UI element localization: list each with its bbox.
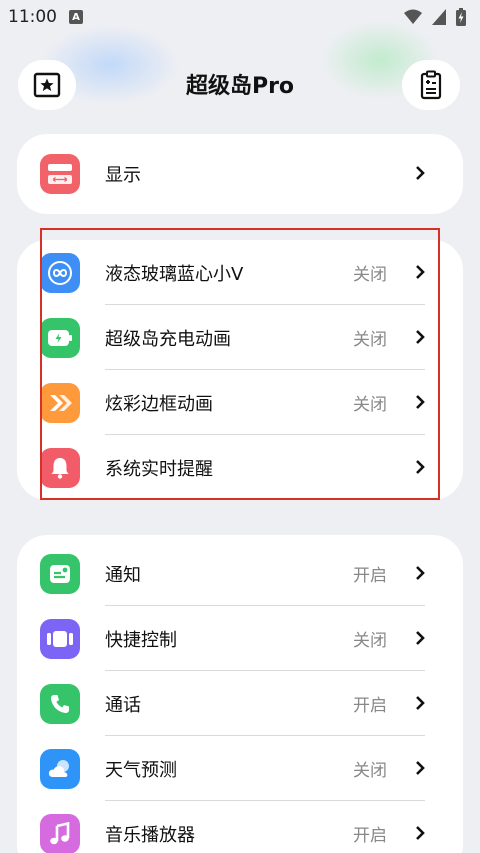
settings-row-weather[interactable]: 天气预测 关闭	[17, 736, 463, 801]
chevron-right-icon	[416, 631, 425, 645]
settings-row-notification[interactable]: 通知 开启	[17, 541, 463, 606]
row-status: 关闭	[353, 631, 387, 651]
chevron-right-icon	[416, 330, 425, 344]
weather-icon	[40, 749, 80, 789]
clipboard-icon	[420, 70, 442, 100]
notification-app-icon: A	[69, 10, 83, 24]
battery-charge-icon	[40, 318, 80, 358]
row-label: 天气预测	[105, 759, 177, 781]
status-time: 11:00	[8, 7, 57, 27]
row-label: 显示	[105, 164, 141, 186]
effects-card: 液态玻璃蓝心小V 关闭 超级岛充电动画 关闭 炫彩边框动画 关闭 系统实时提醒	[17, 240, 463, 500]
settings-row-display[interactable]: 显示	[17, 141, 463, 206]
favorites-button[interactable]	[18, 60, 76, 110]
bell-icon	[40, 448, 80, 488]
row-status: 开启	[353, 826, 387, 846]
page-title: 超级岛Pro	[185, 74, 295, 99]
settings-row-liquid-glass[interactable]: 液态玻璃蓝心小V 关闭	[17, 240, 463, 305]
row-label: 快捷控制	[105, 629, 177, 651]
row-label: 系统实时提醒	[105, 458, 213, 480]
row-label: 炫彩边框动画	[105, 393, 213, 415]
chevrons-icon	[40, 383, 80, 423]
chevron-right-icon	[416, 696, 425, 710]
chevron-right-icon	[416, 460, 425, 474]
shortcut-icon	[40, 619, 80, 659]
row-status: 关闭	[353, 761, 387, 781]
row-label: 通话	[105, 694, 141, 716]
island-features-card: 通知 开启 快捷控制 关闭 通话 开启 天气预测 关闭 音乐播放器 开启	[17, 535, 463, 853]
settings-row-music-player[interactable]: 音乐播放器 开启	[17, 801, 463, 853]
row-status: 关闭	[353, 330, 387, 350]
settings-row-shortcut-control[interactable]: 快捷控制 关闭	[17, 606, 463, 671]
row-status: 开启	[353, 566, 387, 586]
music-icon	[40, 814, 80, 853]
settings-row-system-alerts[interactable]: 系统实时提醒	[17, 435, 463, 500]
chevron-right-icon	[416, 826, 425, 840]
settings-row-charging-animation[interactable]: 超级岛充电动画 关闭	[17, 305, 463, 370]
battery-icon	[456, 8, 466, 26]
chevron-right-icon	[416, 566, 425, 580]
row-label: 音乐播放器	[105, 824, 195, 846]
display-card: 显示	[17, 134, 463, 214]
chevron-right-icon	[416, 761, 425, 775]
star-icon	[33, 72, 61, 98]
phone-icon	[40, 684, 80, 724]
chevron-right-icon	[416, 395, 425, 409]
settings-row-border-animation[interactable]: 炫彩边框动画 关闭	[17, 370, 463, 435]
row-status: 关闭	[353, 265, 387, 285]
settings-row-call[interactable]: 通话 开启	[17, 671, 463, 736]
display-icon	[40, 154, 80, 194]
clipboard-button[interactable]	[402, 60, 460, 110]
row-status: 关闭	[353, 395, 387, 415]
row-label: 液态玻璃蓝心小V	[105, 263, 244, 285]
row-label: 通知	[105, 564, 141, 586]
chevron-right-icon	[416, 166, 425, 180]
chevron-right-icon	[416, 265, 425, 279]
app-header: 超级岛Pro	[0, 56, 480, 112]
infinity-icon	[40, 253, 80, 293]
row-label: 超级岛充电动画	[105, 328, 231, 350]
row-status: 开启	[353, 696, 387, 716]
notification-icon	[40, 554, 80, 594]
